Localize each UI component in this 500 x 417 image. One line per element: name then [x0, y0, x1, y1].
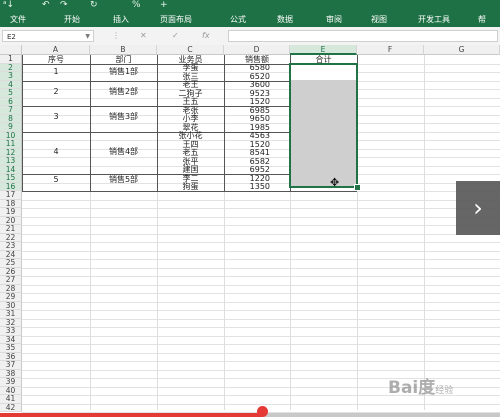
sales-cell[interactable]: 1350 [224, 182, 270, 192]
gridline [22, 208, 500, 209]
next-slide-button[interactable]: › [456, 181, 500, 235]
undo-icon[interactable]: ↶ [42, 0, 50, 11]
gridline [424, 55, 425, 410]
group-3-index[interactable]: 3 [22, 112, 90, 122]
column-header-a[interactable]: A [22, 45, 90, 55]
gridline [22, 242, 500, 243]
column-header-g[interactable]: G [424, 45, 500, 55]
gridline [22, 276, 500, 277]
gridline [22, 361, 500, 362]
sort-icon[interactable]: ᵃ↓ [3, 0, 14, 11]
tab-review[interactable]: 审阅 [326, 13, 342, 27]
group-1-index[interactable]: 1 [22, 67, 90, 77]
redo-icon[interactable]: ↷ [60, 0, 68, 11]
group-1-department[interactable]: 销售1部 [90, 67, 157, 77]
gridline [22, 301, 500, 303]
gridline [22, 310, 500, 311]
ribbon-tabs: 文件 开始 插入 页面布局 公式 数据 审阅 视图 开发工具 帮 [0, 13, 500, 27]
tab-formulas[interactable]: 公式 [230, 13, 246, 27]
tab-insert[interactable]: 插入 [113, 13, 129, 27]
video-progress-fill [0, 413, 262, 417]
confirm-icon[interactable]: ✓ [172, 30, 179, 42]
tab-help[interactable]: 帮 [478, 13, 486, 27]
redo-icon-2[interactable]: ↻ [90, 0, 98, 11]
ribbon: ᵃ↓ ↶ ↷ ↻ % + 文件 开始 插入 页面布局 公式 数据 审阅 视图 开… [0, 0, 500, 27]
row-header[interactable]: 42 [0, 403, 22, 412]
more-icon[interactable]: + [160, 0, 168, 11]
gridline [22, 216, 500, 218]
tab-data[interactable]: 数据 [277, 13, 293, 27]
column-header-b[interactable]: B [90, 45, 157, 55]
column-header-e[interactable]: E [290, 45, 357, 55]
column-header-f[interactable]: F [357, 45, 424, 55]
gridline [22, 225, 500, 226]
group-2-department[interactable]: 销售2部 [90, 87, 157, 97]
gridline [22, 369, 500, 371]
formula-input[interactable] [228, 30, 498, 42]
tab-developer[interactable]: 开发工具 [418, 13, 450, 27]
fx-icon[interactable]: fx [202, 30, 210, 42]
gridline [22, 344, 500, 345]
video-progress-bar[interactable] [0, 413, 500, 417]
fill-handle[interactable] [354, 184, 361, 191]
name-box[interactable]: E2 ▼ [2, 30, 94, 42]
group-5-index[interactable]: 5 [22, 175, 90, 185]
move-cursor-icon: ✥ [330, 176, 340, 189]
group-5-department[interactable]: 销售5部 [90, 175, 157, 185]
gridline [22, 250, 500, 252]
gridline [22, 233, 500, 235]
name-box-value: E2 [7, 33, 16, 41]
tab-page-layout[interactable]: 页面布局 [160, 13, 192, 27]
header-department[interactable]: 部门 [90, 55, 157, 65]
watermark-logo: Bai度经验 [388, 378, 454, 398]
gridline [22, 327, 500, 328]
group-4-department[interactable]: 销售4部 [90, 147, 157, 157]
cancel-icon[interactable]: ✕ [140, 30, 147, 42]
tab-file[interactable]: 文件 [10, 13, 26, 27]
gridline [22, 352, 500, 354]
gridline [22, 259, 500, 260]
gridline [22, 199, 500, 201]
group-3-department[interactable]: 销售3部 [90, 112, 157, 122]
header-index[interactable]: 序号 [22, 55, 90, 65]
tab-view[interactable]: 视图 [371, 13, 387, 27]
tab-home[interactable]: 开始 [64, 13, 80, 27]
quick-access-toolbar: ᵃ↓ ↶ ↷ ↻ % + [0, 0, 200, 12]
gridline [22, 318, 500, 320]
percent-icon[interactable]: % [132, 0, 141, 11]
column-header-c[interactable]: C [157, 45, 224, 55]
gridline [22, 403, 500, 405]
column-header-d[interactable]: D [224, 45, 290, 55]
video-progress-knob[interactable] [257, 406, 268, 417]
chevron-down-icon[interactable]: ▼ [85, 31, 90, 43]
group-2-index[interactable]: 2 [22, 87, 90, 97]
formula-bar: E2 ▼ ⋮ ✕ ✓ fx [0, 27, 500, 46]
gridline [22, 284, 500, 286]
group-4-index[interactable]: 4 [22, 147, 90, 157]
selection-border [289, 63, 358, 188]
salesperson-cell[interactable]: 狗蛋 [157, 182, 224, 192]
gridline [22, 267, 500, 269]
gridline [22, 335, 500, 337]
gridline [22, 293, 500, 294]
more-options-icon[interactable]: ⋮ [112, 30, 120, 42]
